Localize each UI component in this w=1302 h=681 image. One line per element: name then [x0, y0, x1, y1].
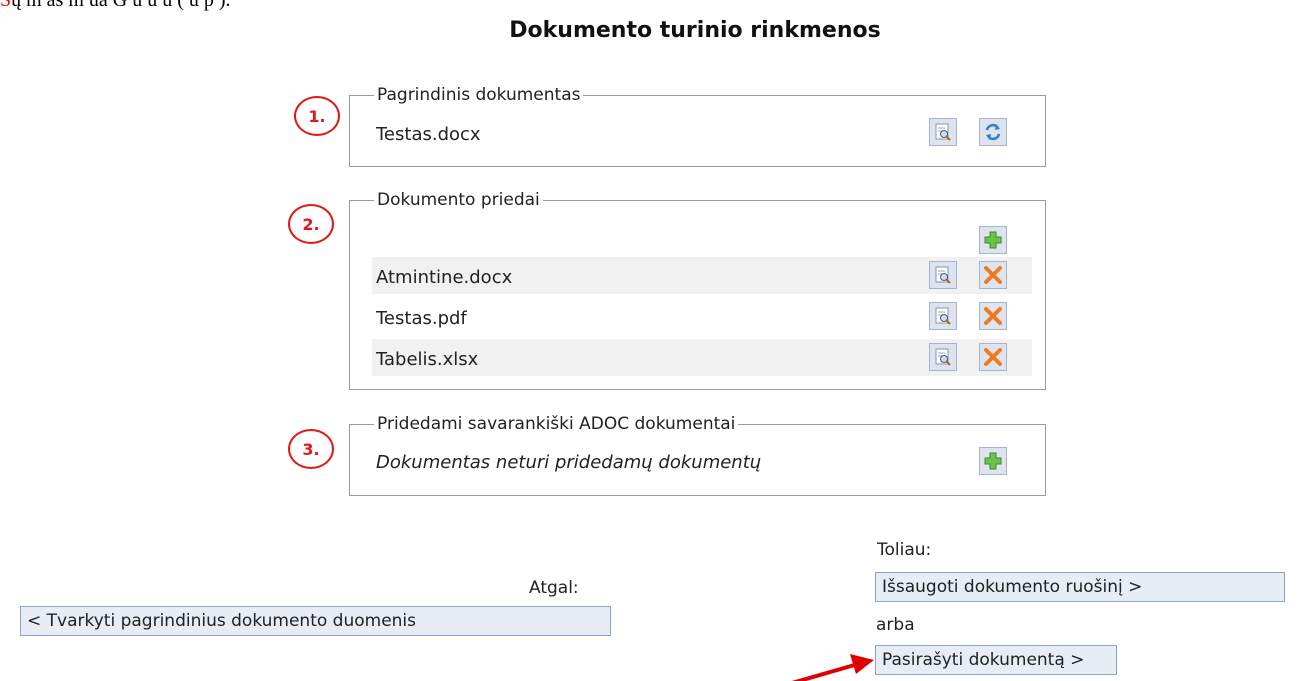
- next-label: Toliau:: [877, 540, 932, 560]
- adoc-empty-text: Dokumentas neturi pridedamų dokumentų: [376, 452, 762, 473]
- preview-icon: [935, 307, 951, 325]
- delete-icon: [984, 266, 1002, 284]
- delete-attachment-button[interactable]: [979, 343, 1007, 371]
- add-icon: [984, 452, 1002, 470]
- marker-2: 2.: [288, 204, 334, 244]
- delete-attachment-button[interactable]: [979, 261, 1007, 289]
- preview-icon: [935, 266, 951, 284]
- attachment-filename: Atmintine.docx: [376, 267, 513, 288]
- replace-button[interactable]: [979, 118, 1007, 146]
- main-document-filename: Testas.docx: [376, 124, 481, 145]
- delete-icon: [984, 348, 1002, 366]
- cutoff-caption: Sų m as m ua G u u u ( u p ).: [0, 0, 231, 12]
- back-label: Atgal:: [529, 578, 579, 598]
- preview-icon: [935, 123, 951, 141]
- add-attachment-button[interactable]: [979, 226, 1007, 254]
- page-title: Dokumento turinio rinkmenos: [509, 18, 881, 43]
- back-button[interactable]: < Tvarkyti pagrindinius dokumento duomen…: [20, 606, 611, 636]
- replace-icon: [985, 123, 1001, 141]
- marker-3: 3.: [288, 429, 334, 469]
- adoc-legend: Pridedami savarankiški ADOC dokumentai: [377, 414, 736, 434]
- cutoff-caption-rest: ų m as m ua G u u u ( u p ).: [11, 0, 231, 11]
- delete-attachment-button[interactable]: [979, 302, 1007, 330]
- attachment-filename: Testas.pdf: [376, 308, 467, 329]
- cutoff-caption-red: S: [0, 0, 12, 11]
- annotation-arrow-icon: [791, 654, 874, 681]
- marker-1: 1.: [294, 96, 340, 136]
- preview-attachment-button[interactable]: [929, 343, 957, 371]
- attachment-filename: Tabelis.xlsx: [376, 349, 479, 370]
- add-icon: [984, 231, 1002, 249]
- delete-icon: [984, 307, 1002, 325]
- main-document-legend: Pagrindinis dokumentas: [377, 85, 581, 105]
- preview-icon: [935, 348, 951, 366]
- preview-button[interactable]: [929, 118, 957, 146]
- or-label: arba: [876, 615, 915, 635]
- save-draft-button[interactable]: Išsaugoti dokumento ruošinį >: [875, 572, 1285, 602]
- add-adoc-button[interactable]: [979, 447, 1007, 475]
- preview-attachment-button[interactable]: [929, 261, 957, 289]
- preview-attachment-button[interactable]: [929, 302, 957, 330]
- sign-document-button[interactable]: Pasirašyti dokumentą >: [875, 645, 1117, 675]
- attachments-legend: Dokumento priedai: [377, 190, 540, 210]
